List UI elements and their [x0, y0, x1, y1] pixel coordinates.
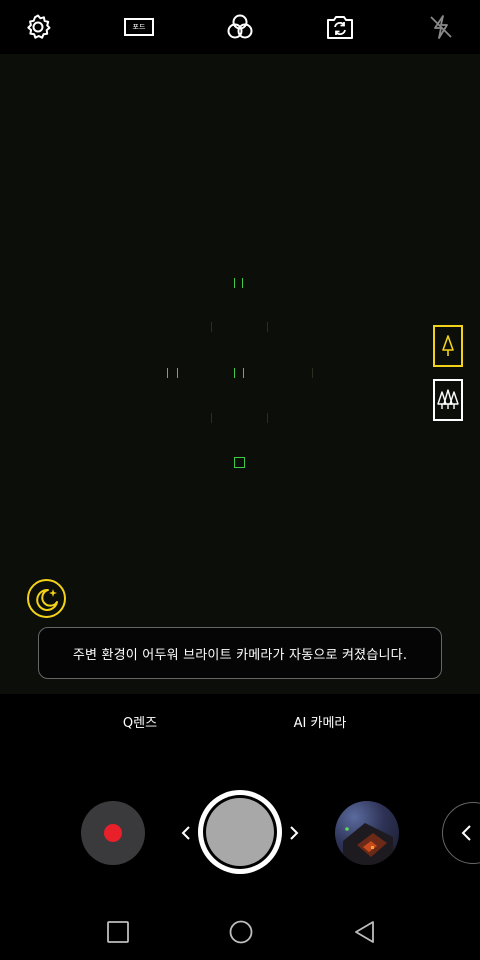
filter-button[interactable] — [220, 8, 260, 46]
back-icon — [355, 921, 374, 943]
switch-camera-button[interactable] — [320, 8, 360, 46]
camera-viewfinder[interactable] — [0, 54, 480, 694]
flash-off-icon — [430, 15, 452, 39]
gallery-thumbnail — [343, 823, 393, 865]
aspect-ratio-label: 포드 — [132, 22, 146, 31]
recents-button[interactable] — [104, 918, 132, 946]
mode-q-lens[interactable]: Q렌즈 — [80, 712, 200, 731]
shutter-icon — [206, 798, 274, 866]
home-icon — [229, 920, 253, 944]
home-button[interactable] — [227, 918, 255, 946]
shutter-ring — [203, 795, 277, 869]
switch-camera-icon — [327, 16, 353, 39]
af-focus-box — [234, 457, 245, 468]
single-tree-icon — [442, 335, 454, 356]
af-point — [234, 278, 243, 288]
wide-lens-button[interactable] — [433, 379, 463, 421]
aspect-ratio-button[interactable]: 포드 — [119, 8, 159, 46]
mode-ai-camera[interactable]: AI 카메라 — [260, 712, 380, 731]
recents-icon — [107, 921, 129, 943]
settings-icon — [27, 14, 51, 39]
af-point — [234, 368, 244, 378]
camera-top-bar: 포드 — [0, 0, 480, 54]
moon-sparkle-icon — [35, 588, 58, 611]
chevron-right-icon — [290, 826, 299, 840]
af-marker — [211, 322, 212, 332]
bright-mode-button[interactable] — [27, 579, 66, 618]
chevron-left-icon — [461, 825, 471, 841]
shutter-button[interactable] — [198, 790, 282, 874]
gallery-thumbnail-button[interactable] — [335, 801, 399, 865]
flash-button[interactable] — [421, 8, 461, 46]
aspect-ratio-icon: 포드 — [124, 18, 154, 36]
bright-camera-toast: 주변 환경이 어두워 브라이트 카메라가 자동으로 켜졌습니다. — [38, 627, 442, 679]
af-marker — [267, 322, 268, 332]
standard-lens-button[interactable] — [433, 325, 463, 367]
af-marker — [211, 413, 212, 423]
multi-tree-icon — [437, 389, 459, 409]
af-marker — [312, 368, 313, 378]
record-dot-icon — [104, 824, 122, 842]
filter-icon — [227, 14, 253, 39]
back-button[interactable] — [351, 918, 379, 946]
toast-message: 주변 환경이 어두워 브라이트 카메라가 자동으로 켜졌습니다. — [72, 647, 408, 663]
chevron-left-icon — [181, 826, 190, 840]
settings-button[interactable] — [18, 8, 58, 46]
af-marker — [267, 413, 268, 423]
more-modes-button[interactable] — [442, 802, 480, 864]
record-video-button[interactable] — [81, 801, 145, 865]
af-point — [167, 368, 178, 378]
